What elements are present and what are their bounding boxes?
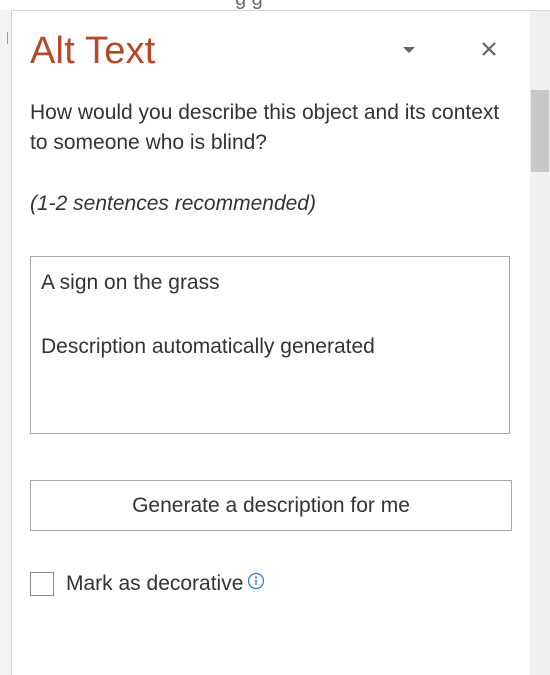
document-edge: g g (0, 0, 550, 11)
mark-decorative-checkbox[interactable] (30, 572, 54, 596)
info-icon[interactable] (247, 572, 265, 590)
description-line-2: Description automatically generated (41, 335, 375, 358)
clipped-document-text: g g (235, 0, 263, 10)
close-icon (482, 42, 496, 56)
chevron-down-icon (403, 47, 415, 53)
vertical-scrollbar[interactable] (530, 11, 550, 675)
left-gutter (0, 10, 12, 675)
scrollbar-thumb[interactable] (531, 90, 549, 172)
sentence-hint: (1-2 sentences recommended) (30, 192, 316, 215)
gutter-mark (0, 32, 8, 44)
description-blank-line (41, 299, 499, 331)
mark-decorative-row: Mark as decorative (30, 569, 265, 599)
mark-decorative-label[interactable]: Mark as decorative (66, 569, 243, 599)
description-line-1: A sign on the grass (41, 271, 220, 294)
alt-text-pane: Alt Text How would you describe this obj… (12, 11, 530, 675)
description-textarea[interactable]: A sign on the grass Description automati… (30, 256, 510, 434)
pane-title: Alt Text (30, 30, 156, 72)
alt-text-question: How would you describe this object and i… (30, 101, 500, 154)
close-pane-button[interactable] (476, 36, 502, 62)
generate-description-button[interactable]: Generate a description for me (30, 480, 512, 531)
task-pane-options-button[interactable] (396, 37, 420, 61)
